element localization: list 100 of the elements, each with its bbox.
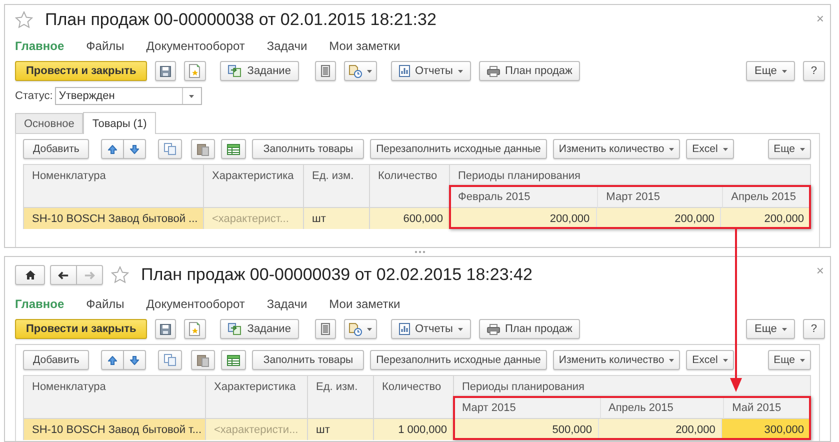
caret-icon [800, 358, 805, 362]
column-group-header: Периоды планирования [450, 165, 810, 187]
documents-arrow-icon [228, 323, 242, 335]
history-menu-button[interactable] [344, 61, 377, 81]
document-icon [189, 322, 202, 336]
copy-icon [164, 143, 176, 155]
table-cell[interactable]: 200,000 [596, 208, 722, 229]
change-quantity-menu-button[interactable]: Изменить количество [552, 139, 680, 159]
back-button[interactable] [50, 265, 77, 285]
fill-goods-button[interactable]: Заполнить товары [252, 350, 364, 370]
table-cell[interactable]: 500,000 [454, 419, 599, 440]
menu-tab[interactable]: Мои заметки [329, 39, 400, 53]
caret-icon [800, 148, 805, 150]
refill-button[interactable]: Перезаполнить исходные данные [370, 350, 547, 370]
save-button[interactable] [155, 61, 176, 81]
post-and-close-button[interactable]: Провести и закрыть [15, 61, 148, 81]
menu-tab[interactable]: Документооборот [146, 297, 245, 311]
help-button[interactable]: ? [802, 319, 825, 339]
more-menu-button[interactable]: Еще [746, 61, 795, 81]
create-based-on-button[interactable] [184, 61, 206, 81]
move-down-button[interactable] [124, 139, 146, 159]
add-button[interactable]: Добавить [23, 139, 90, 159]
more-menu-button[interactable]: Еще [768, 139, 811, 159]
fill-table-button[interactable] [221, 139, 246, 159]
status-label: Статус: [15, 90, 53, 102]
more-menu-button[interactable]: Еще [768, 350, 811, 370]
copy-button[interactable] [158, 139, 182, 159]
task-button[interactable]: Задание [220, 319, 299, 339]
window-title: План продаж 00-00000039 от 02.02.2015 18:23:42 [141, 265, 532, 285]
move-up-button[interactable] [101, 139, 124, 159]
menu-tab[interactable]: Файлы [86, 297, 124, 311]
fill-table-button[interactable] [221, 350, 246, 370]
copy-button[interactable] [158, 350, 182, 370]
excel-menu-button[interactable]: Excel [686, 139, 734, 159]
menu-tab[interactable]: Главное [15, 297, 64, 311]
menu-tab[interactable]: Мои заметки [329, 297, 400, 311]
table-cell: 600,000 [370, 208, 449, 229]
save-button[interactable] [155, 319, 176, 339]
structure-button[interactable] [314, 319, 336, 339]
excel-menu-button[interactable]: Excel [686, 350, 734, 370]
add-button[interactable]: Добавить [23, 350, 90, 370]
left-arrow-icon [58, 270, 69, 280]
column-header: Характеристика [206, 376, 307, 419]
post-and-close-button[interactable]: Провести и закрыть [15, 319, 148, 339]
print-button[interactable]: План продаж [478, 61, 580, 81]
task-button[interactable]: Задание [220, 61, 299, 81]
caret-icon [458, 328, 463, 330]
home-button[interactable] [15, 265, 45, 285]
status-select[interactable]: Утвержден [54, 87, 202, 105]
copy-icon [164, 354, 176, 366]
printer-icon [486, 66, 500, 76]
table-cell: SH-10 BOSCH Завод бытовой ... [24, 208, 203, 229]
help-button[interactable]: ? [802, 61, 825, 81]
caret-icon [782, 70, 787, 72]
document-clock-icon [348, 64, 362, 78]
table-cell: <характеристи... [206, 419, 307, 440]
caret-icon [189, 94, 194, 98]
reports-menu-button[interactable]: Отчеты [390, 319, 471, 339]
caret-icon [669, 148, 674, 150]
table-cell: SH-10 BOSCH Завод бытовой т... [24, 419, 205, 440]
history-menu-button[interactable] [344, 319, 377, 339]
menu-tab[interactable]: Файлы [86, 39, 124, 53]
table-cell[interactable]: 200,000 [599, 419, 722, 440]
column-group-header: Периоды планирования [454, 376, 810, 398]
paste-button[interactable] [191, 350, 216, 370]
menu-tab[interactable]: Документооборот [146, 39, 245, 53]
table-icon [227, 354, 240, 366]
refill-button[interactable]: Перезаполнить исходные данные [370, 139, 547, 159]
fill-goods-button[interactable]: Заполнить товары [252, 139, 364, 159]
structure-button[interactable] [314, 61, 336, 81]
column-header: Номенклатура [24, 376, 205, 419]
reports-menu-button[interactable]: Отчеты [390, 61, 471, 81]
list-icon [320, 65, 330, 77]
more-menu-button[interactable]: Еще [746, 319, 795, 339]
table-cell: шт [308, 419, 373, 440]
menu-tab[interactable]: Главное [15, 39, 64, 53]
print-button[interactable]: План продаж [478, 319, 580, 339]
star-icon[interactable] [111, 266, 129, 284]
tab[interactable]: Товары (1) [83, 112, 156, 134]
column-header: Май 2015 [724, 398, 810, 419]
column-header: Количество [374, 376, 453, 419]
tab[interactable]: Основное [15, 113, 84, 133]
column-header: Количество [370, 165, 449, 208]
caret-icon [458, 70, 463, 72]
clipboard-icon [197, 142, 210, 156]
move-up-button[interactable] [101, 350, 124, 370]
move-down-button[interactable] [124, 350, 146, 370]
star-icon[interactable] [15, 11, 33, 29]
caret-icon [366, 328, 372, 330]
menu-tab[interactable]: Задачи [266, 297, 308, 311]
menu-tab[interactable]: Задачи [266, 39, 308, 53]
change-quantity-menu-button[interactable]: Изменить количество [552, 350, 680, 370]
up-arrow-icon [108, 356, 118, 364]
down-arrow-icon [130, 356, 140, 364]
down-arrow-icon [130, 144, 140, 154]
window-title: План продаж 00-00000038 от 02.01.2015 18:21:32 [45, 10, 436, 30]
home-icon [24, 270, 36, 280]
paste-button[interactable] [191, 139, 216, 159]
create-based-on-button[interactable] [184, 319, 206, 339]
table-cell[interactable]: 200,000 [450, 208, 597, 229]
